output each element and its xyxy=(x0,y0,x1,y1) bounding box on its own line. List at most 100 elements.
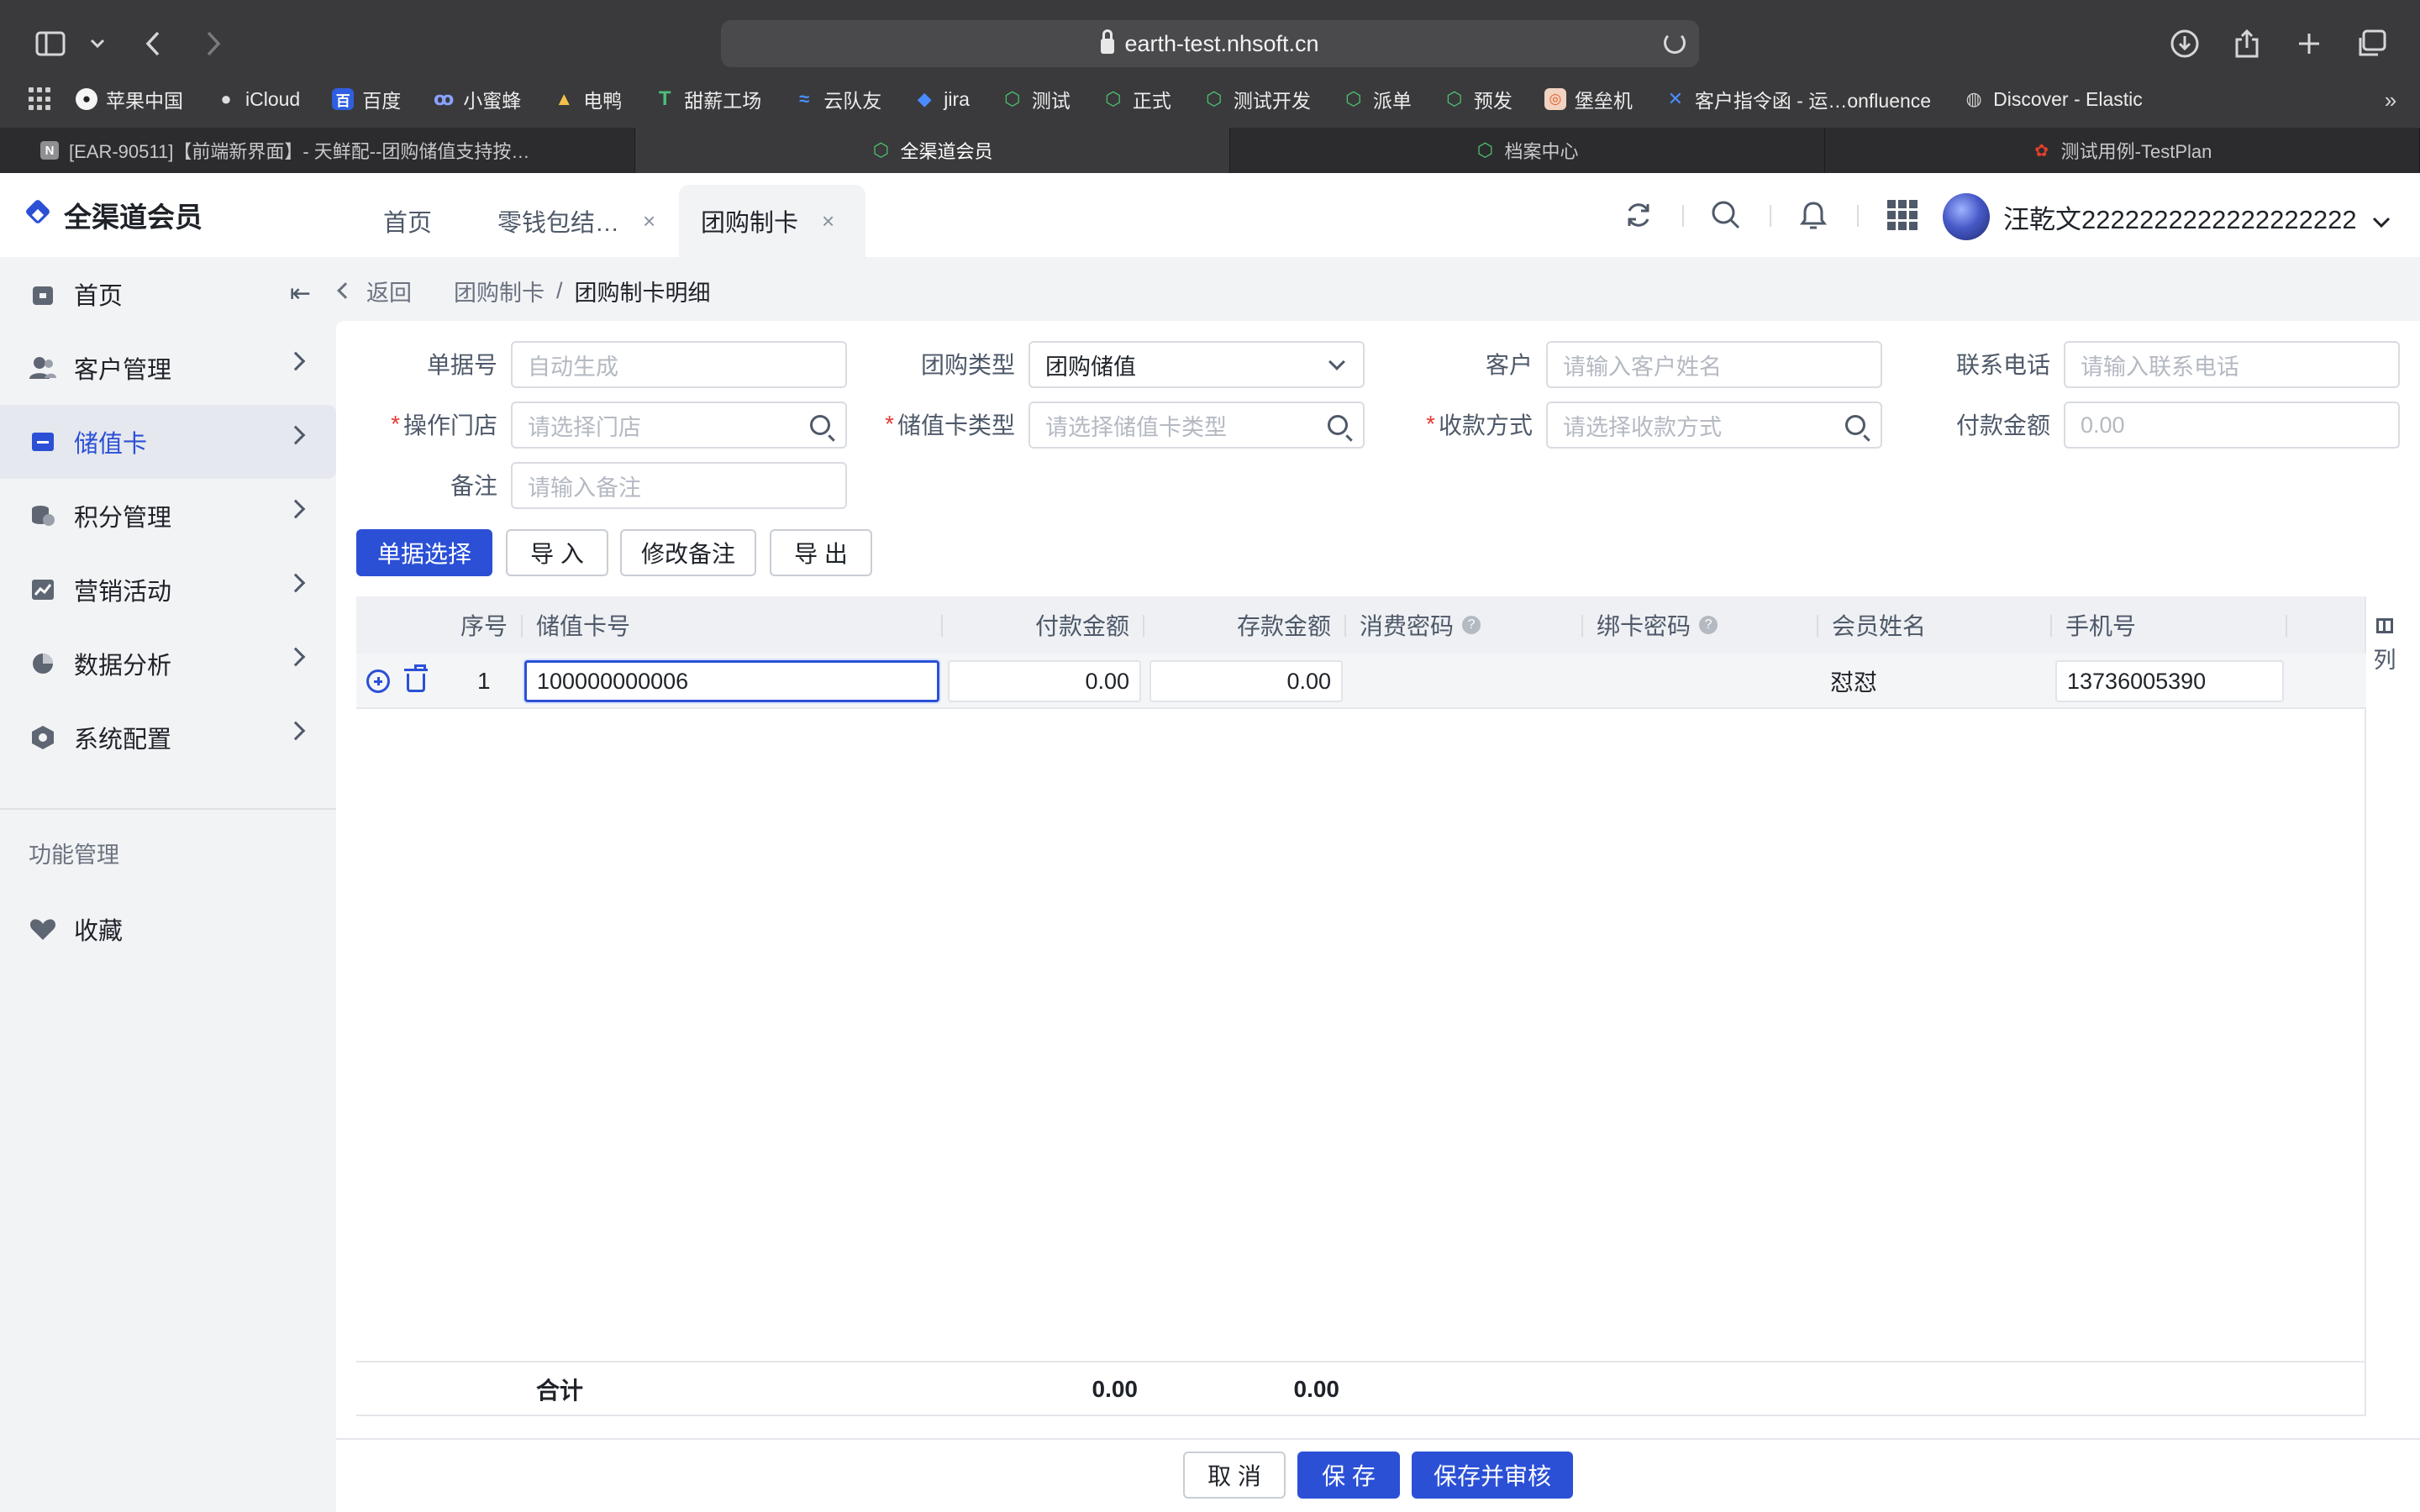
back-link[interactable]: 返回 xyxy=(366,275,412,307)
bookmark-test-dev[interactable]: ⬡ 测试开发 xyxy=(1203,85,1311,113)
export-button[interactable]: 导 出 xyxy=(770,529,872,576)
sidebar-item-home[interactable]: 首页 ⇤ xyxy=(0,257,336,331)
bookmark-dispatch[interactable]: ⬡ 派单 xyxy=(1343,85,1412,113)
close-icon[interactable]: × xyxy=(643,208,655,234)
save-button[interactable]: 保 存 xyxy=(1297,1452,1400,1499)
chevron-right-icon xyxy=(286,351,306,371)
sidebar-group-label: 功能管理 xyxy=(29,843,119,868)
bookmark-apple-china[interactable]: ● 苹果中国 xyxy=(76,85,183,113)
select-doc-button[interactable]: 单据选择 xyxy=(356,529,492,576)
bookmark-bee[interactable]: ꝏ 小蜜蜂 xyxy=(433,85,521,113)
download-icon[interactable] xyxy=(2166,25,2203,62)
refresh-icon[interactable] xyxy=(1622,198,1655,232)
close-icon[interactable]: × xyxy=(822,208,834,234)
import-button[interactable]: 导 入 xyxy=(506,529,608,576)
bookmark-bastion[interactable]: ◎ 堡垒机 xyxy=(1544,85,1633,113)
search-icon[interactable] xyxy=(810,415,830,435)
header-divider xyxy=(1770,205,1771,227)
address-bar[interactable]: earth-test.nhsoft.cn xyxy=(721,20,1699,67)
pay-amount-cell-input[interactable]: 0.00 xyxy=(948,660,1141,702)
phone-input[interactable]: 请输入联系电话 xyxy=(2064,341,2400,388)
bookmark-icloud[interactable]: ● iCloud xyxy=(215,88,300,111)
delete-row-icon[interactable] xyxy=(404,664,428,692)
bookmark-yunduiyou[interactable]: ≈ 云队友 xyxy=(793,85,881,113)
pay-method-select[interactable]: 请选择收款方式 xyxy=(1546,402,1882,449)
browser-tab-member[interactable]: ⬡ 全渠道会员 xyxy=(635,128,1230,173)
store-select[interactable]: 请选择门店 xyxy=(511,402,847,449)
chevron-down-icon[interactable] xyxy=(87,25,108,62)
card-no-cell-input[interactable]: 100000000006 xyxy=(524,660,939,702)
duck-icon: ▲ xyxy=(555,88,574,109)
cancel-button[interactable]: 取 消 xyxy=(1183,1452,1286,1499)
bookmark-baidu[interactable]: 百百度 xyxy=(332,85,401,113)
bookmark-jira[interactable]: ◆ jira xyxy=(913,88,970,111)
bookmark-duck[interactable]: ▲ 电鸭 xyxy=(553,85,622,113)
sidebar-item-stored-value-card[interactable]: 储值卡 xyxy=(0,405,336,479)
app-tab-wallet[interactable]: 零钱包结… × xyxy=(476,185,677,257)
add-row-icon[interactable] xyxy=(366,669,390,693)
avatar[interactable] xyxy=(1943,193,1990,240)
double-chevron-icon[interactable]: » xyxy=(2378,87,2403,113)
chevron-left-icon[interactable] xyxy=(337,282,354,299)
app-tab-group-card[interactable]: 团购制卡 × xyxy=(679,185,865,257)
sidebar-item-favorites[interactable]: 收藏 xyxy=(0,892,336,966)
edit-remark-button[interactable]: 修改备注 xyxy=(620,529,756,576)
help-icon[interactable]: ? xyxy=(1462,616,1481,634)
sidebar-item-points[interactable]: 积分管理 xyxy=(0,479,336,553)
apps-grid-icon[interactable] xyxy=(1886,198,1919,232)
forward-icon[interactable] xyxy=(198,25,229,62)
search-icon[interactable] xyxy=(1709,198,1743,232)
bookmark-test[interactable]: ⬡ 测试 xyxy=(1002,85,1071,113)
browser-tab-testplan[interactable]: ✿ 测试用例-TestPlan xyxy=(1825,128,2420,173)
app-tab-home[interactable]: 首页 xyxy=(361,185,454,257)
remark-input[interactable]: 请输入备注 xyxy=(511,462,847,509)
bookmark-elastic[interactable]: ◍ Discover - Elastic xyxy=(1963,88,2142,111)
t-icon: T xyxy=(658,87,671,110)
back-icon[interactable] xyxy=(138,25,168,62)
bell-icon[interactable] xyxy=(1797,198,1830,232)
column-divider xyxy=(941,615,943,637)
browser-chrome: earth-test.nhsoft.cn ● 苹果中国 ● iCloud 百百度 ꝏ… xyxy=(0,0,2420,128)
pay-amount-input[interactable]: 0.00 xyxy=(2064,402,2400,449)
breadcrumb: 返回 团购制卡 / 团购制卡明细 xyxy=(337,274,711,307)
sidebar-item-customers[interactable]: 客户管理 xyxy=(0,331,336,405)
breadcrumb-parent[interactable]: 团购制卡 xyxy=(454,275,544,307)
share-icon[interactable] xyxy=(2228,25,2265,62)
col-bind-pwd: 绑卡密码? xyxy=(1597,596,1718,654)
sidebar-item-settings[interactable]: 系统配置 xyxy=(0,701,336,774)
card-type-select[interactable]: 请选择储值卡类型 xyxy=(1028,402,1365,449)
help-icon[interactable]: ? xyxy=(1699,616,1718,634)
hexagon-icon: ⬡ xyxy=(1476,139,1494,160)
search-icon[interactable] xyxy=(1328,415,1348,435)
group-type-select[interactable]: 团购储值 xyxy=(1028,341,1365,388)
doc-no-input[interactable]: 自动生成 xyxy=(511,341,847,388)
chevron-down-icon xyxy=(1328,354,1345,370)
sidebar-item-marketing[interactable]: 营销活动 xyxy=(0,553,336,627)
sidebar-toggle-icon[interactable] xyxy=(32,25,69,62)
col-mobile: 手机号 xyxy=(2065,613,2137,639)
bookmark-pre[interactable]: ⬡ 预发 xyxy=(1444,85,1512,113)
collapse-sidebar-icon[interactable]: ⇤ xyxy=(290,279,311,308)
deposit-amount-cell-input[interactable]: 0.00 xyxy=(1150,660,1343,702)
save-and-audit-button[interactable]: 保存并审核 xyxy=(1412,1452,1573,1499)
tab-overview-icon[interactable] xyxy=(2353,25,2390,62)
bookmark-confluence[interactable]: ✕ 客户指令函 - 运…onfluence xyxy=(1665,85,1931,113)
customer-input[interactable]: 请输入客户姓名 xyxy=(1546,341,1882,388)
sidebar-item-analytics[interactable]: 数据分析 xyxy=(0,627,336,701)
browser-tab-jira[interactable]: N [EAR-90511]【前端新界面】- 天鲜配--团购储值支持按… xyxy=(0,128,635,173)
bookmark-prod[interactable]: ⬡ 正式 xyxy=(1102,85,1171,113)
apple-icon: ● xyxy=(220,88,232,109)
new-tab-icon[interactable] xyxy=(2291,25,2328,62)
search-icon[interactable] xyxy=(1845,415,1865,435)
bookmark-tianxin[interactable]: T 甜薪工场 xyxy=(654,85,761,113)
browser-toolbar: earth-test.nhsoft.cn xyxy=(0,0,2420,87)
phone-label: 联系电话 xyxy=(1955,352,2050,378)
user-menu[interactable]: 汪乾文2222222222222222222 xyxy=(2003,198,2391,236)
browser-tab-archive[interactable]: ⬡ 档案中心 xyxy=(1230,128,1825,173)
breadcrumb-current: 团购制卡明细 xyxy=(574,280,711,306)
apps-grid-icon[interactable] xyxy=(29,87,52,111)
app-logo[interactable]: 全渠道会员 xyxy=(25,197,203,234)
mobile-cell-input[interactable]: 13736005390 xyxy=(2055,660,2284,702)
column-settings-button[interactable]: 列 xyxy=(2368,618,2402,675)
reload-icon[interactable] xyxy=(1664,32,1686,54)
